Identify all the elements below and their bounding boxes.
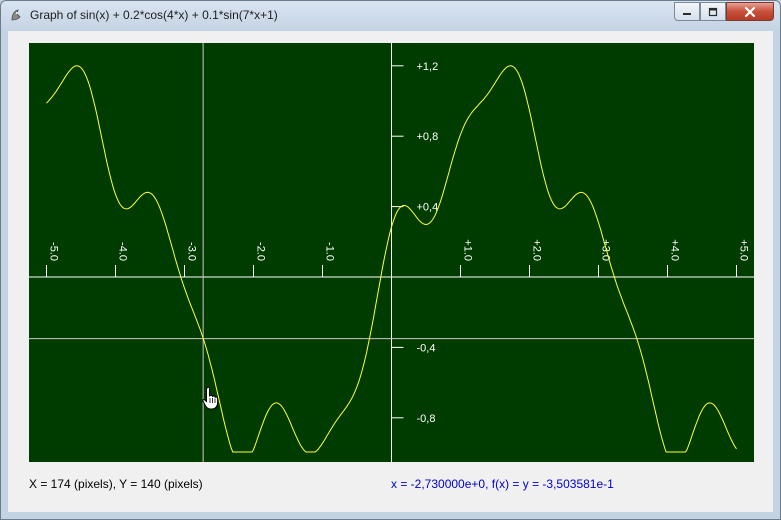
y-tick-label: -0,8 [417,413,436,425]
window-title: Graph of sin(x) + 0.2*cos(4*x) + 0.1*sin… [30,8,278,22]
plot-area[interactable]: -5.0 -4.0 -3.0 -2.0 -1.0 +1.0 +2.0 +3.0 +4.0 +5.0… [29,43,754,462]
y-tick-label: +0,8 [417,131,439,143]
hand-cursor-icon [202,387,219,410]
maximize-icon [708,7,718,16]
close-icon [744,6,756,17]
x-tick-label: +4.0 [669,239,681,261]
x-tick-label: -1.0 [324,242,336,261]
maximize-button[interactable] [700,2,726,21]
x-tick-label: +5.0 [738,239,750,261]
y-tick-label: -0,4 [417,342,436,354]
function-graph[interactable]: -5.0 -4.0 -3.0 -2.0 -1.0 +1.0 +2.0 +3.0 +4.0 +5.0… [29,43,754,462]
pixel-coordinate-readout: X = 174 (pixels), Y = 140 (pixels) [29,477,203,491]
close-button[interactable] [726,2,774,21]
minimize-button[interactable] [674,2,700,21]
app-icon [11,9,21,21]
x-tick-label: -3.0 [186,242,198,261]
x-tick-label: -4.0 [117,242,129,261]
x-tick-label: +1.0 [462,239,474,261]
x-tick-label: -5.0 [48,242,60,261]
app-window: Graph of sin(x) + 0.2*cos(4*x) + 0.1*sin… [0,0,781,520]
y-tick-label: +1,2 [417,61,439,73]
client-area: -5.0 -4.0 -3.0 -2.0 -1.0 +1.0 +2.0 +3.0 +4.0 +5.0… [8,31,773,512]
title-bar[interactable]: Graph of sin(x) + 0.2*cos(4*x) + 0.1*sin… [1,1,780,31]
x-tick-label: +3.0 [600,239,612,261]
x-tick-label: +2.0 [531,239,543,261]
function-value-readout: x = -2,730000e+0, f(x) = y = -3,503581e-… [391,477,614,491]
minimize-icon [683,12,691,15]
y-tick-label: +0,4 [417,202,439,214]
x-tick-label: -2.0 [255,242,267,261]
